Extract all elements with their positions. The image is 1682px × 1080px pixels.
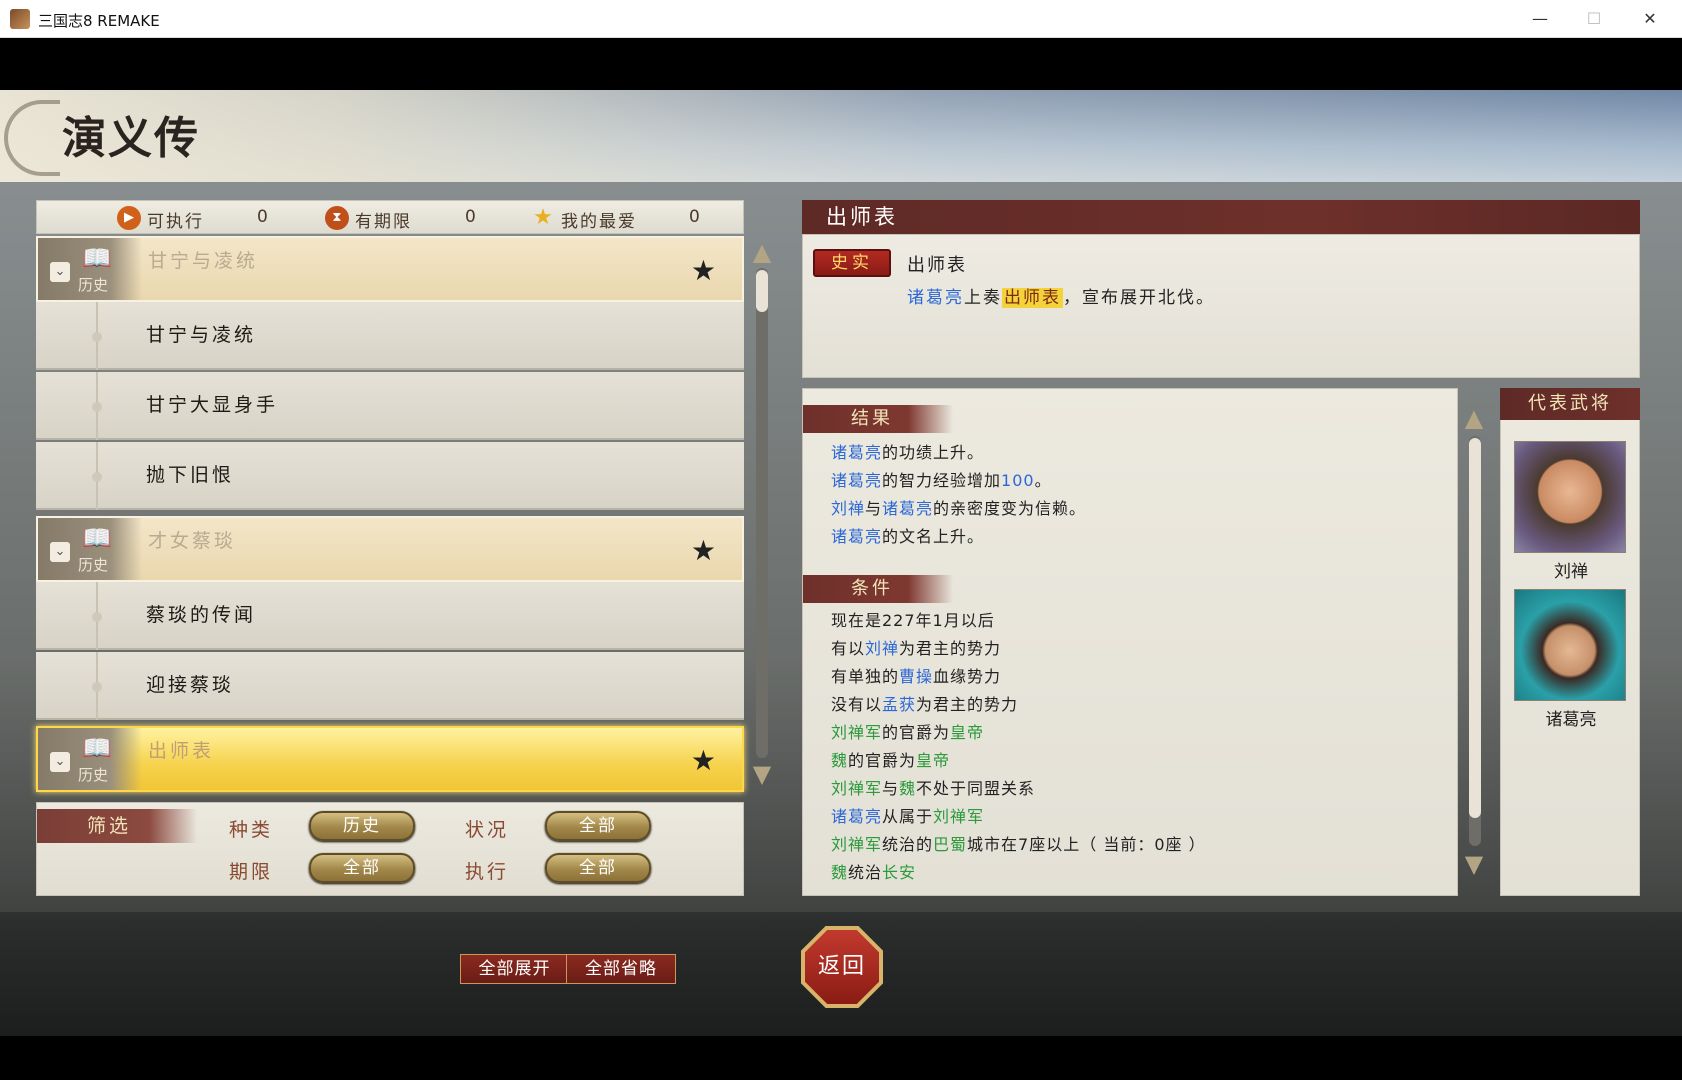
group-type: 历史 [78,556,109,574]
group-title: 甘宁与凌统 [148,250,259,272]
conditions-tag: 条件 [803,575,953,603]
history-tag: 史实 [813,249,891,277]
scroll-track[interactable] [756,268,768,758]
book-icon: 📖 [82,244,112,272]
conditions-line: 刘禅军的官爵为皇帝 [831,723,985,742]
title-ornament-icon [4,100,60,176]
generals-panel: 刘禅 诸葛亮 [1500,388,1640,896]
counter-bar: ▶ 可执行 0 ⧗ 有期限 0 ★ 我的最爱 0 [36,200,744,234]
portrait-liushan[interactable] [1514,441,1626,553]
letterbox-top [0,38,1682,90]
group-title: 才女蔡琰 [148,530,237,552]
kind-select[interactable]: 历史 [309,811,415,841]
status-label: 状况 [465,819,510,841]
conditions-line: 刘禅军统治的巴蜀城市在7座以上（ 当前：0座 ） [831,835,1206,854]
letterbox-bottom [0,1036,1682,1080]
window-titlebar: 三国志8 REMAKE — ☐ ✕ [0,0,1682,38]
conditions-line: 魏的官爵为皇帝 [831,751,951,770]
exec-select[interactable]: 全部 [545,853,651,883]
detail-box: 史实 出师表 诸葛亮上奏 出师表 ，宣布展开北伐。 [802,234,1640,378]
favorite-star-icon[interactable]: ★ [691,534,716,567]
header-band: 演义传 [0,90,1682,182]
app-icon [10,9,30,29]
period-label: 期限 [229,861,274,883]
page-title: 演义传 [62,113,200,164]
exec-label: 执行 [465,861,510,883]
group-header-ganning[interactable]: ⌄ 📖 历史 甘宁与凌统 ★ [36,236,744,302]
collapse-all-button[interactable]: 全部省略 [569,955,673,983]
kind-label: 种类 [229,819,274,841]
results-line: 刘禅与诸葛亮的亲密度变为信赖。 [831,499,1087,518]
list-item[interactable]: 迎接蔡琰 [36,652,744,720]
conditions-line: 诸葛亮从属于刘禅军 [831,807,985,826]
portrait-zhugeliang[interactable] [1514,589,1626,701]
scroll-up-icon[interactable]: ▲ [1462,406,1486,430]
group-title: 出师表 [148,740,215,762]
group-header-chushibiao[interactable]: ⌄ 📖 历史 出师表 ★ [36,726,744,792]
expand-all-button[interactable]: 全部展开 [463,955,567,983]
scroll-up-icon[interactable]: ▲ [750,240,774,264]
conditions-line: 刘禅军与魏不处于同盟关系 [831,779,1036,798]
generals-header: 代表武将 [1500,388,1640,420]
story-list: ⌄ 📖 历史 甘宁与凌统 ★ 甘宁与凌统 甘宁大显身手 抛下旧恨 ⌄ 📖 历史 … [36,236,744,796]
executable-count: 0 [257,207,268,227]
close-button[interactable]: ✕ [1622,0,1678,38]
executable-label: 可执行 [147,212,204,232]
period-select[interactable]: 全部 [309,853,415,883]
deadline-label: 有期限 [355,212,412,232]
expand-collapse-group: 全部展开 全部省略 [460,954,676,984]
results-line: 诸葛亮的功绩上升。 [831,443,985,462]
conditions-line: 有单独的曹操血缘势力 [831,667,1002,686]
star-icon: ★ [533,205,553,230]
hourglass-icon: ⧗ [325,206,349,230]
results-tag: 结果 [803,405,953,433]
maximize-button[interactable]: ☐ [1566,0,1622,38]
status-select[interactable]: 全部 [545,811,651,841]
result-condition-box: 结果 诸葛亮的功绩上升。诸葛亮的智力经验增加100。刘禅与诸葛亮的亲密度变为信赖… [802,388,1458,896]
results-line: 诸葛亮的智力经验增加100。 [831,471,1052,490]
detail-description: 诸葛亮上奏 出师表 ，宣布展开北伐。 [907,288,1215,308]
deadline-count: 0 [465,207,476,227]
book-icon: 📖 [82,734,112,762]
scroll-thumb[interactable] [1469,438,1481,818]
list-item[interactable]: 抛下旧恨 [36,442,744,510]
scroll-thumb[interactable] [756,270,768,312]
conditions-line: 现在是227年1月以后 [831,611,995,630]
list-scrollbar[interactable]: ▲ ▼ [750,240,774,786]
detail-header: 出师表 [802,200,1640,234]
favorite-star-icon[interactable]: ★ [691,254,716,287]
filter-panel: 筛选 种类 历史 状况 全部 期限 全部 执行 全部 [36,802,744,896]
scroll-down-icon[interactable]: ▼ [750,762,774,786]
list-item[interactable]: 甘宁大显身手 [36,372,744,440]
conditions-line: 没有以孟获为君主的势力 [831,695,1019,714]
list-item[interactable]: 甘宁与凌统 [36,302,744,370]
book-icon: 📖 [82,524,112,552]
favorite-label: 我的最爱 [561,212,637,232]
filter-tag: 筛选 [37,809,197,843]
group-type: 历史 [78,276,109,294]
conditions-line: 魏统治长安 [831,863,917,882]
detail-scrollbar[interactable]: ▲ ▼ [1462,406,1488,878]
executable-icon: ▶ [117,206,141,230]
conditions-line: 有以刘禅为君主的势力 [831,639,1002,658]
group-type: 历史 [78,766,109,784]
group-header-caiyan[interactable]: ⌄ 📖 历史 才女蔡琰 ★ [36,516,744,582]
favorite-star-icon[interactable]: ★ [691,744,716,777]
favorite-count: 0 [689,207,700,227]
detail-name: 出师表 [907,255,967,276]
chevron-down-icon[interactable]: ⌄ [50,752,70,772]
list-item[interactable]: 蔡琰的传闻 [36,582,744,650]
general-name: 诸葛亮 [1545,710,1597,730]
results-line: 诸葛亮的文名上升。 [831,527,985,546]
general-name: 刘禅 [1554,562,1588,582]
chevron-down-icon[interactable]: ⌄ [50,542,70,562]
scroll-down-icon[interactable]: ▼ [1462,852,1486,876]
chevron-down-icon[interactable]: ⌄ [50,262,70,282]
window-title: 三国志8 REMAKE [38,12,160,30]
minimize-button[interactable]: — [1512,0,1568,38]
